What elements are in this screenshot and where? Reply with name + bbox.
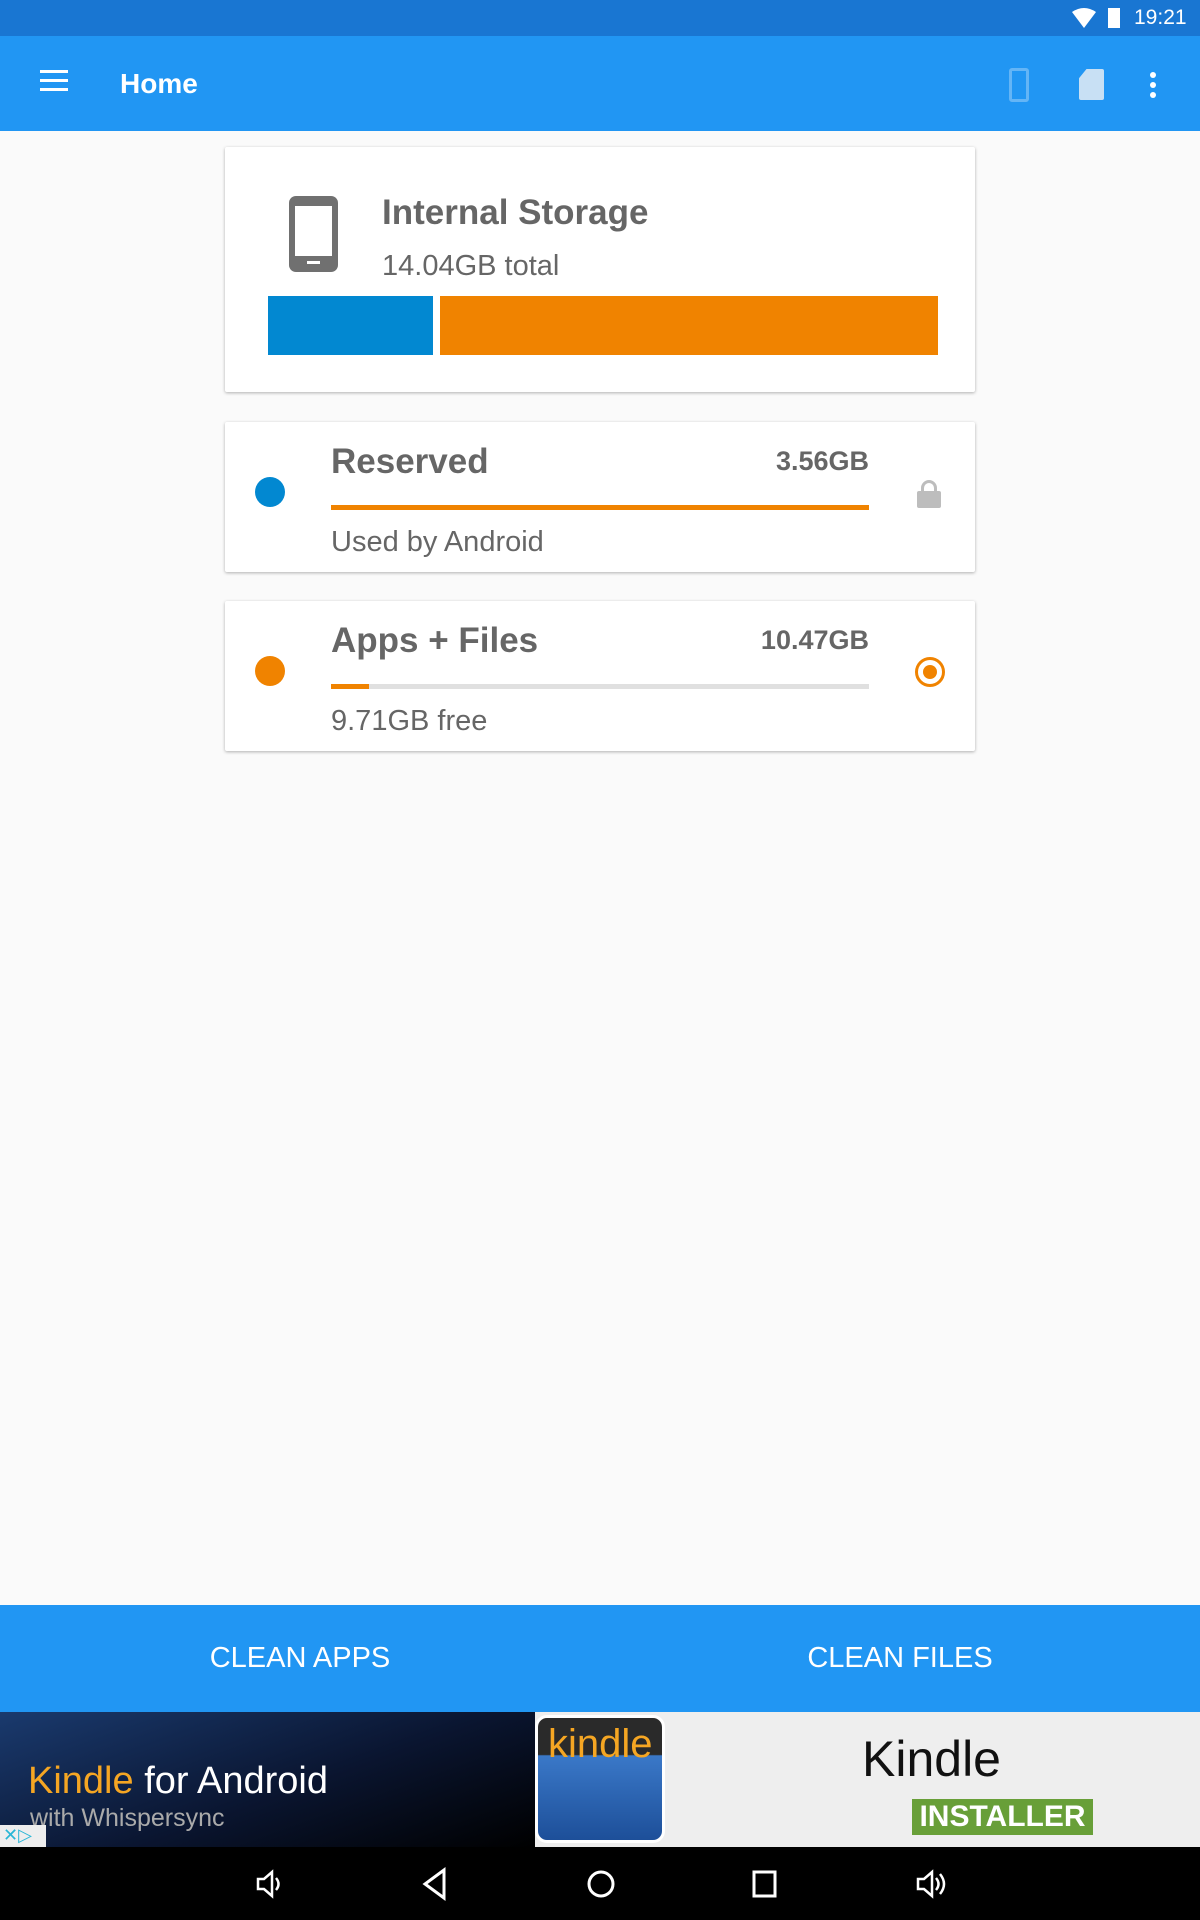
reserved-dot [255, 477, 285, 507]
toolbar: Home [0, 36, 1200, 131]
phone-icon[interactable] [1009, 68, 1029, 102]
reserved-title: Reserved [331, 442, 489, 481]
phone-icon [289, 196, 338, 272]
ad-headline-brand: Kindle [28, 1760, 134, 1802]
apps-files-card[interactable]: Apps + Files 10.47GB 9.71GB free [225, 601, 975, 751]
lock-icon [917, 480, 941, 508]
clean-apps-button[interactable]: CLEAN APPS [0, 1605, 600, 1712]
kindle-logo: kindle [535, 1715, 665, 1843]
apps-files-size: 10.47GB [760, 625, 869, 655]
clean-files-button[interactable]: CLEAN FILES [600, 1605, 1200, 1712]
back-icon[interactable] [420, 1867, 450, 1901]
ad-banner[interactable]: Kindle for Android with Whispersync ✕▷ k… [0, 1712, 1200, 1847]
sd-card-icon[interactable] [1079, 69, 1104, 100]
apps-files-progress [331, 684, 869, 689]
recents-icon[interactable] [750, 1867, 780, 1901]
bottom-action-bar: CLEAN APPS CLEAN FILES [0, 1605, 1200, 1712]
storage-title: Internal Storage [382, 193, 649, 232]
more-vert-icon[interactable] [1150, 72, 1156, 98]
reserved-segment [268, 296, 433, 355]
reserved-progress [331, 505, 869, 510]
status-bar: 19:21 [0, 0, 1200, 36]
apps-files-segment [440, 296, 938, 355]
ad-app-name: Kindle [862, 1731, 1001, 1787]
ad-install-button[interactable]: INSTALLER [912, 1799, 1093, 1835]
logo-text: kindle [548, 1722, 653, 1766]
battery-icon [1108, 8, 1120, 28]
reserved-card[interactable]: Reserved 3.56GB Used by Android [225, 422, 975, 572]
clock: 19:21 [1134, 6, 1187, 29]
navigation-bar [0, 1847, 1200, 1920]
reserved-size: 3.56GB [775, 446, 869, 476]
storage-total: 14.04GB total [382, 250, 560, 282]
reserved-subtitle: Used by Android [331, 526, 544, 558]
radio-selected-icon[interactable] [915, 657, 945, 687]
ad-tagline: with Whispersync [30, 1804, 225, 1832]
ad-close-icon[interactable]: ✕▷ [0, 1825, 46, 1847]
page-title: Home [120, 68, 198, 99]
ad-headline: for Android [133, 1760, 328, 1802]
internal-storage-card[interactable]: Internal Storage 14.04GB total [225, 147, 975, 392]
wifi-icon [1072, 8, 1096, 28]
volume-down-icon[interactable] [255, 1869, 285, 1899]
volume-up-icon[interactable] [915, 1869, 949, 1899]
apps-files-title: Apps + Files [331, 621, 539, 660]
apps-files-subtitle: 9.71GB free [331, 705, 488, 737]
home-icon[interactable] [585, 1867, 617, 1901]
ad-image: Kindle for Android with Whispersync ✕▷ [0, 1712, 535, 1847]
apps-files-dot [255, 656, 285, 686]
menu-icon[interactable] [40, 70, 68, 94]
